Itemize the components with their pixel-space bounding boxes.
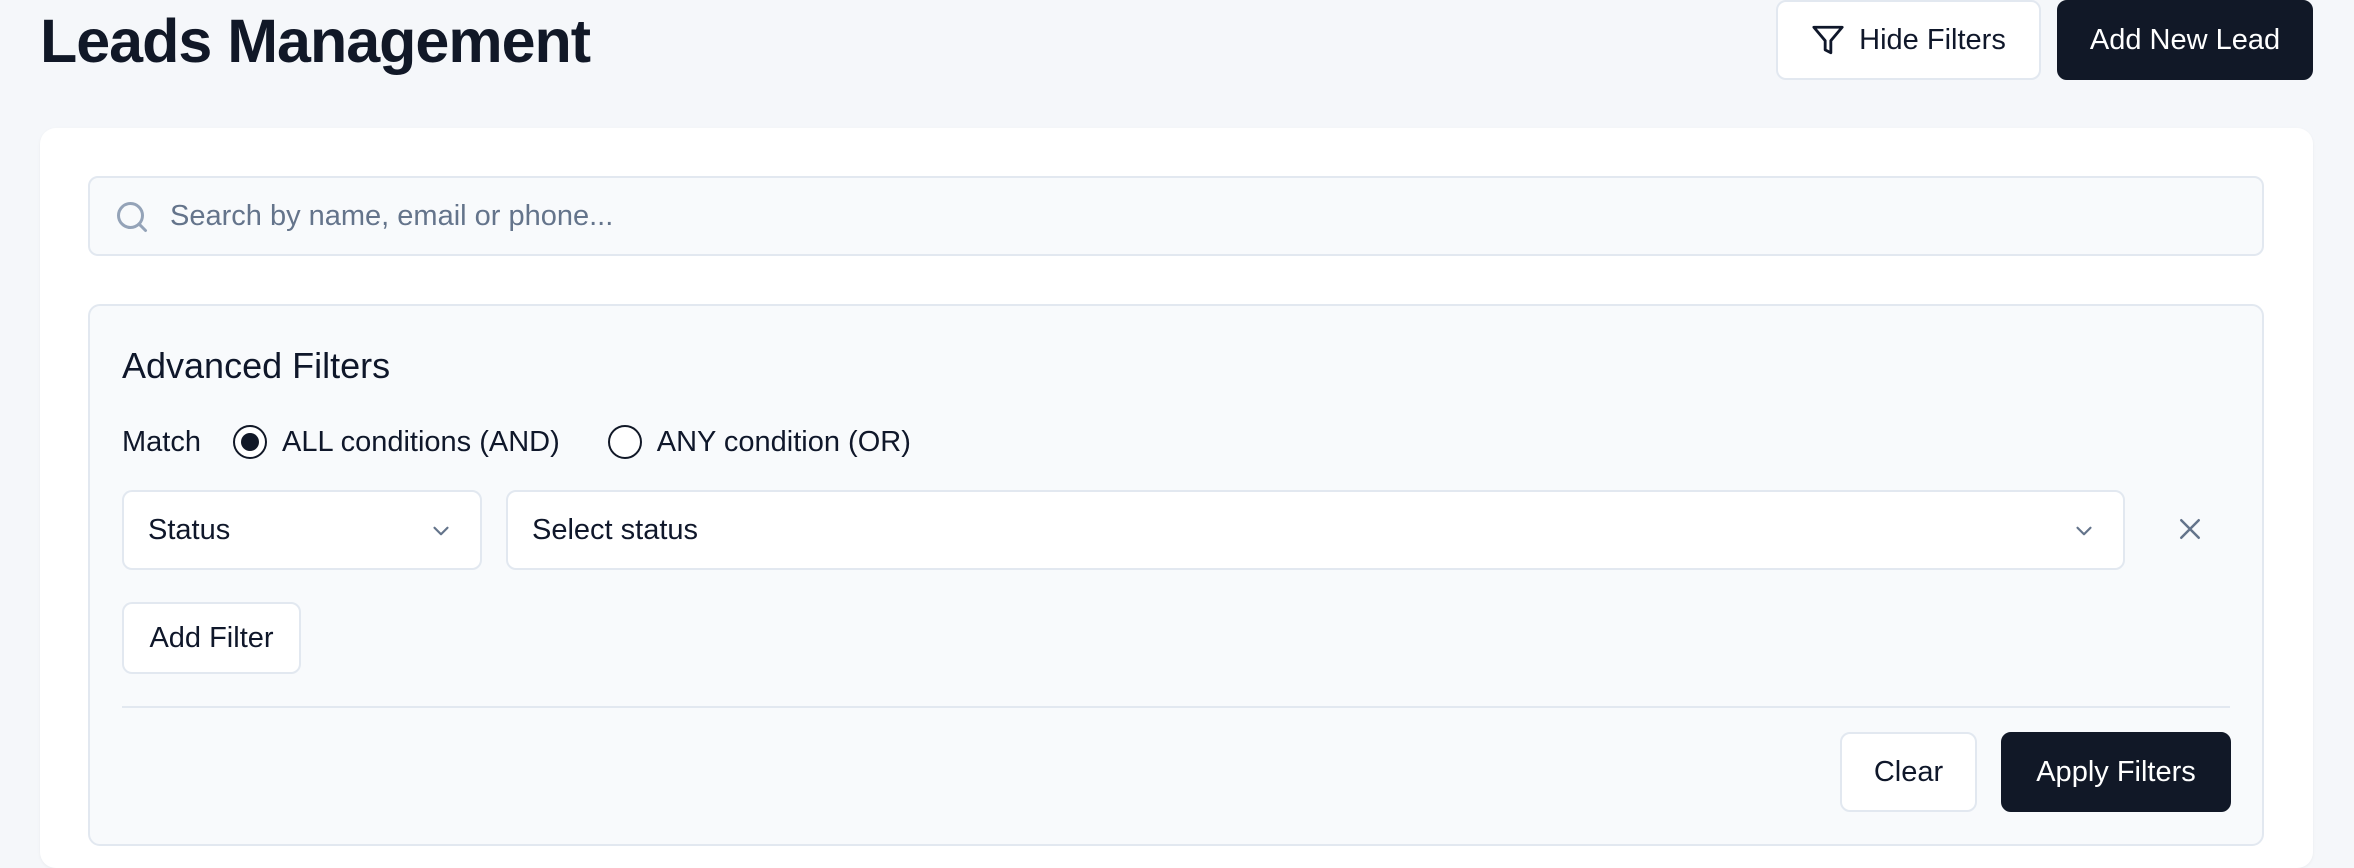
remove-filter-icon[interactable] (2175, 514, 2205, 544)
filter-field-value: Status (148, 513, 231, 546)
match-all-label: ALL conditions (AND) (281, 425, 560, 458)
search-input[interactable] (170, 178, 2250, 254)
filter-value-placeholder: Select status (532, 513, 699, 546)
match-all-option[interactable]: ALL conditions (AND) (232, 425, 560, 459)
match-any-label: ANY condition (OR) (656, 425, 911, 458)
hide-filters-button[interactable]: Hide Filters (1776, 0, 2041, 80)
match-all-radio[interactable] (232, 425, 267, 459)
chevron-down-icon (2071, 518, 2097, 544)
radio-selected-dot (240, 433, 259, 451)
page-title: Leads Management (40, 7, 591, 75)
match-mode-row: Match ALL conditions (AND) ANY condition… (122, 420, 959, 464)
divider (122, 706, 2230, 708)
search-icon (114, 199, 150, 235)
clear-button[interactable]: Clear (1840, 732, 1977, 812)
filter-icon (1811, 23, 1845, 57)
match-label: Match (122, 425, 201, 458)
add-new-lead-button[interactable]: Add New Lead (2057, 0, 2313, 80)
search-bar[interactable] (88, 176, 2264, 256)
match-any-option[interactable]: ANY condition (OR) (607, 425, 911, 459)
advanced-filters-title: Advanced Filters (122, 345, 391, 386)
page-header: Leads Management Hide Filters Add New Le… (0, 0, 2354, 100)
chevron-down-icon (428, 518, 454, 544)
apply-filters-button[interactable]: Apply Filters (2001, 732, 2231, 812)
hide-filters-label: Hide Filters (1859, 23, 2006, 56)
filter-field-select[interactable]: Status (122, 490, 482, 570)
add-filter-button[interactable]: Add Filter (122, 602, 301, 674)
filter-value-select[interactable]: Select status (506, 490, 2125, 570)
match-any-radio[interactable] (607, 425, 642, 459)
